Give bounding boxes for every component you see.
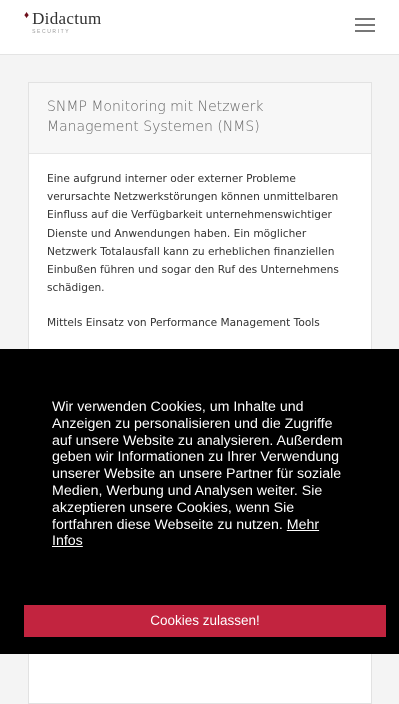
cookie-consent-text: Wir verwenden Cookies, um Inhalte und An… xyxy=(52,399,352,550)
hamburger-line xyxy=(355,23,375,26)
logo-subtitle: SECURITY xyxy=(32,29,71,35)
article-card-header: SNMP Monitoring mit Netzwerk Management … xyxy=(29,83,371,154)
cookie-consent-message: Wir verwenden Cookies, um Inhalte und An… xyxy=(52,399,343,533)
logo-diamond-icon: ♦ xyxy=(24,10,30,21)
hamburger-line xyxy=(355,18,375,20)
cookie-consent-banner: Wir verwenden Cookies, um Inhalte und An… xyxy=(0,349,399,654)
site-header: ♦ Didactum SECURITY xyxy=(0,0,399,55)
article-body: Eine aufgrund interner oder externer Pro… xyxy=(29,154,371,333)
article-title: SNMP Monitoring mit Netzwerk Management … xyxy=(47,99,264,135)
hamburger-line xyxy=(355,29,375,32)
hamburger-menu-icon[interactable] xyxy=(355,18,375,32)
allow-cookies-button[interactable]: Cookies zulassen! xyxy=(24,605,386,637)
logo-text: Didactum SECURITY xyxy=(32,9,102,36)
logo-name: Didactum xyxy=(32,9,102,28)
article-paragraph: Eine aufgrund interner oder externer Pro… xyxy=(47,173,339,295)
article-paragraph: Mittels Einsatz von Performance Manageme… xyxy=(47,317,320,330)
didactum-logo[interactable]: ♦ Didactum SECURITY xyxy=(24,9,102,36)
